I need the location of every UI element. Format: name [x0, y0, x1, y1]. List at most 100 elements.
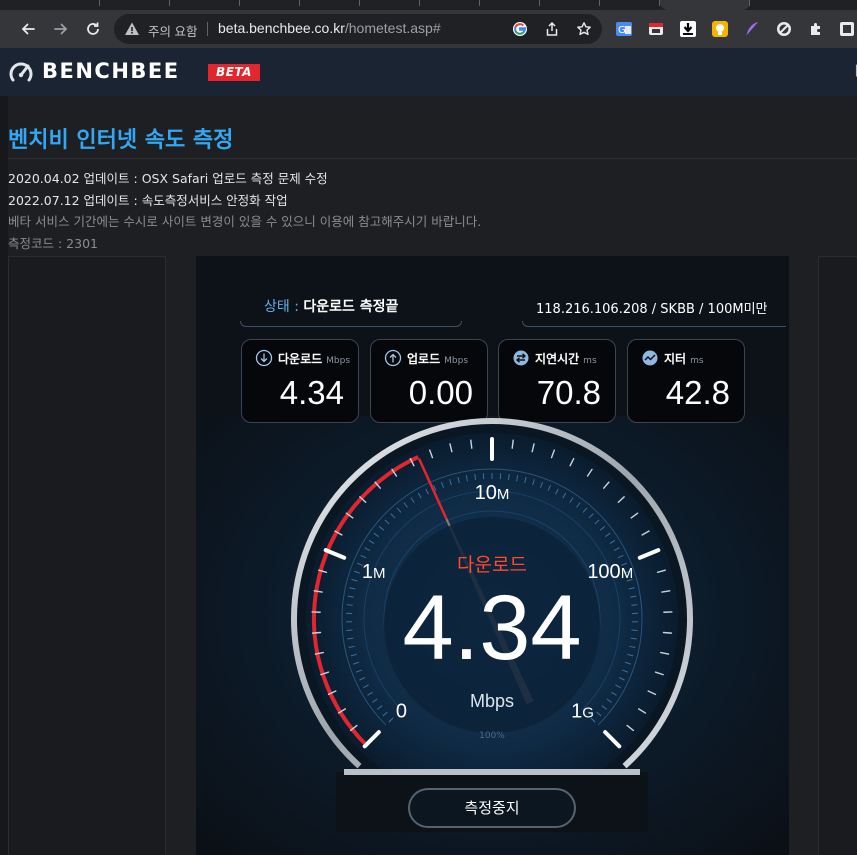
status-value: 다운로드 측정끝	[303, 299, 399, 315]
profile-extension-icon[interactable]	[838, 20, 856, 38]
scale-value: 0	[396, 701, 407, 723]
browser-tab[interactable]	[480, 0, 540, 10]
metric-unit: Mbps	[326, 356, 351, 366]
browser-tab-active[interactable]	[660, 0, 750, 10]
gauge-minor-tick	[470, 439, 473, 449]
right-side-panel	[818, 256, 857, 855]
back-button[interactable]	[16, 19, 40, 39]
gauge-progress-text: 100%	[479, 731, 505, 741]
window-extension-icon[interactable]	[647, 20, 665, 38]
translate-extension-icon[interactable]: G	[615, 20, 633, 38]
metric-unit: ms	[690, 356, 704, 366]
gauge-minor-tick	[511, 439, 514, 449]
update-notice: 2022.07.12 업데이트 : 속도측정서비스 안정화 작업	[8, 193, 288, 208]
browser-tab[interactable]	[40, 0, 100, 10]
browser-tab[interactable]	[600, 0, 660, 10]
metric-unit: ms	[583, 356, 597, 366]
metric-card-upload: 업로드 Mbps 0.00	[370, 339, 488, 423]
reload-button[interactable]	[81, 19, 105, 39]
browser-tab[interactable]	[300, 0, 360, 10]
scale-suffix: M	[621, 565, 634, 582]
left-side-panel	[8, 256, 166, 855]
browser-tab[interactable]	[360, 0, 420, 10]
beta-notice: 베타 서비스 기간에는 수시로 사이트 변경이 있을 수 있으니 이용에 참고해…	[8, 214, 482, 229]
gauge-unit-label: Mbps	[470, 691, 514, 711]
security-status-text[interactable]: 주의 요함	[148, 21, 197, 40]
metric-value: 42.8	[665, 374, 730, 411]
browser-tab[interactable]	[540, 0, 600, 10]
browser-tab[interactable]	[240, 0, 300, 10]
back-arrow-icon	[21, 23, 35, 35]
menu-edge-icon[interactable]: ▐	[852, 66, 857, 77]
browser-tab[interactable]	[110, 0, 170, 10]
reload-icon	[87, 22, 99, 35]
beta-badge: BETA	[208, 64, 260, 81]
jitter-wave-icon	[642, 350, 658, 366]
gauge-scale-label: 1M	[362, 561, 386, 583]
metric-value: 0.00	[408, 374, 473, 411]
latency-swap-icon	[513, 350, 529, 366]
bulb-extension-icon[interactable]	[711, 20, 729, 38]
metric-name: 지터	[664, 352, 687, 366]
gauge-speed-value: 4.34	[402, 577, 581, 679]
google-g-icon[interactable]	[512, 21, 528, 37]
address-divider	[207, 22, 208, 36]
metric-unit: Mbps	[444, 356, 469, 366]
page-title: 벤치비 인터넷 속도 측정	[8, 128, 234, 153]
status-label: 상태 :	[264, 299, 304, 315]
metric-card-jitter: 지터 ms 42.8	[627, 339, 745, 423]
speedtest-panel: 상태 : 다운로드 측정끝 118.216.106.208 / SKBB / 1…	[196, 256, 789, 855]
isp-info: 118.216.106.208 / SKBB / 100M미만	[536, 302, 768, 317]
gauge-svg: 01M10M100M1G다운로드4.34Mbps100%	[291, 418, 693, 832]
metric-name: 다운로드	[278, 352, 323, 366]
gauge-scale-label: 10M	[475, 482, 510, 504]
status-underline	[240, 321, 462, 327]
site-header: BENCHBEE BETA ▐	[0, 48, 857, 96]
gauge-scale-label: 0	[396, 701, 407, 723]
feather-extension-icon[interactable]	[743, 20, 761, 38]
block-extension-icon[interactable]	[775, 20, 793, 38]
gauge-fine-tick	[631, 604, 638, 606]
metric-card-latency: 지연시간 ms 70.8	[498, 339, 616, 423]
benchbee-logo-text[interactable]: BENCHBEE	[42, 59, 180, 83]
benchbee-logo-icon[interactable]	[8, 60, 34, 86]
address-bar[interactable]: 주의 요함 beta.benchbee.co.kr/hometest.asp#	[114, 14, 602, 44]
browser-tab[interactable]	[420, 0, 480, 10]
gauge-mode-label: 다운로드	[457, 554, 527, 576]
browser-toolbar: 주의 요함 beta.benchbee.co.kr/hometest.asp# …	[0, 10, 857, 48]
puzzle-extensions-icon[interactable]	[807, 20, 825, 38]
metric-label: 다운로드 Mbps	[278, 350, 350, 367]
scale-value: 100	[587, 561, 620, 583]
scale-suffix: M	[497, 486, 510, 503]
scale-value: 1	[571, 701, 582, 723]
url-text[interactable]: beta.benchbee.co.kr/hometest.asp#	[218, 20, 441, 36]
page-content: 벤치비 인터넷 속도 측정 2020.04.02 업데이트 : OSX Safa…	[0, 96, 857, 855]
speed-gauge: 0 1M 10M 100M 1G 다운로드 4.34 Mbps 100%	[196, 416, 789, 836]
gauge-minor-tick	[311, 631, 322, 634]
scale-suffix: G	[582, 705, 594, 722]
measure-code: 측정코드 : 2301	[8, 236, 98, 251]
gauge-scale-label: 100M	[587, 561, 633, 583]
svg-text:G: G	[618, 25, 626, 36]
metric-card-download: 다운로드 Mbps 4.34	[241, 339, 359, 423]
download-extension-icon[interactable]	[679, 20, 697, 38]
left-gutter	[0, 96, 8, 855]
scale-suffix: M	[373, 565, 386, 582]
tab-strip	[0, 0, 857, 10]
bookmark-star-icon[interactable]	[576, 21, 592, 37]
metric-name: 업로드	[407, 352, 441, 366]
scale-value: 10	[475, 482, 497, 504]
gauge-fine-tick	[346, 604, 353, 606]
metric-value: 4.34	[279, 374, 344, 411]
forward-button[interactable]	[49, 19, 73, 39]
browser-tab[interactable]	[180, 0, 240, 10]
gauge-scale-label: 1G	[571, 701, 594, 723]
share-icon[interactable]	[544, 21, 560, 37]
warning-icon[interactable]	[124, 21, 140, 37]
metric-label: 업로드 Mbps	[407, 350, 468, 367]
update-notice: 2020.04.02 업데이트 : OSX Safari 업로드 측정 문제 수…	[8, 171, 328, 186]
gauge-minor-tick	[662, 631, 673, 634]
upload-arrow-icon	[384, 349, 402, 367]
url-host: beta.benchbee.co.kr	[218, 20, 345, 36]
stop-test-button[interactable]: 측정중지	[408, 788, 576, 828]
